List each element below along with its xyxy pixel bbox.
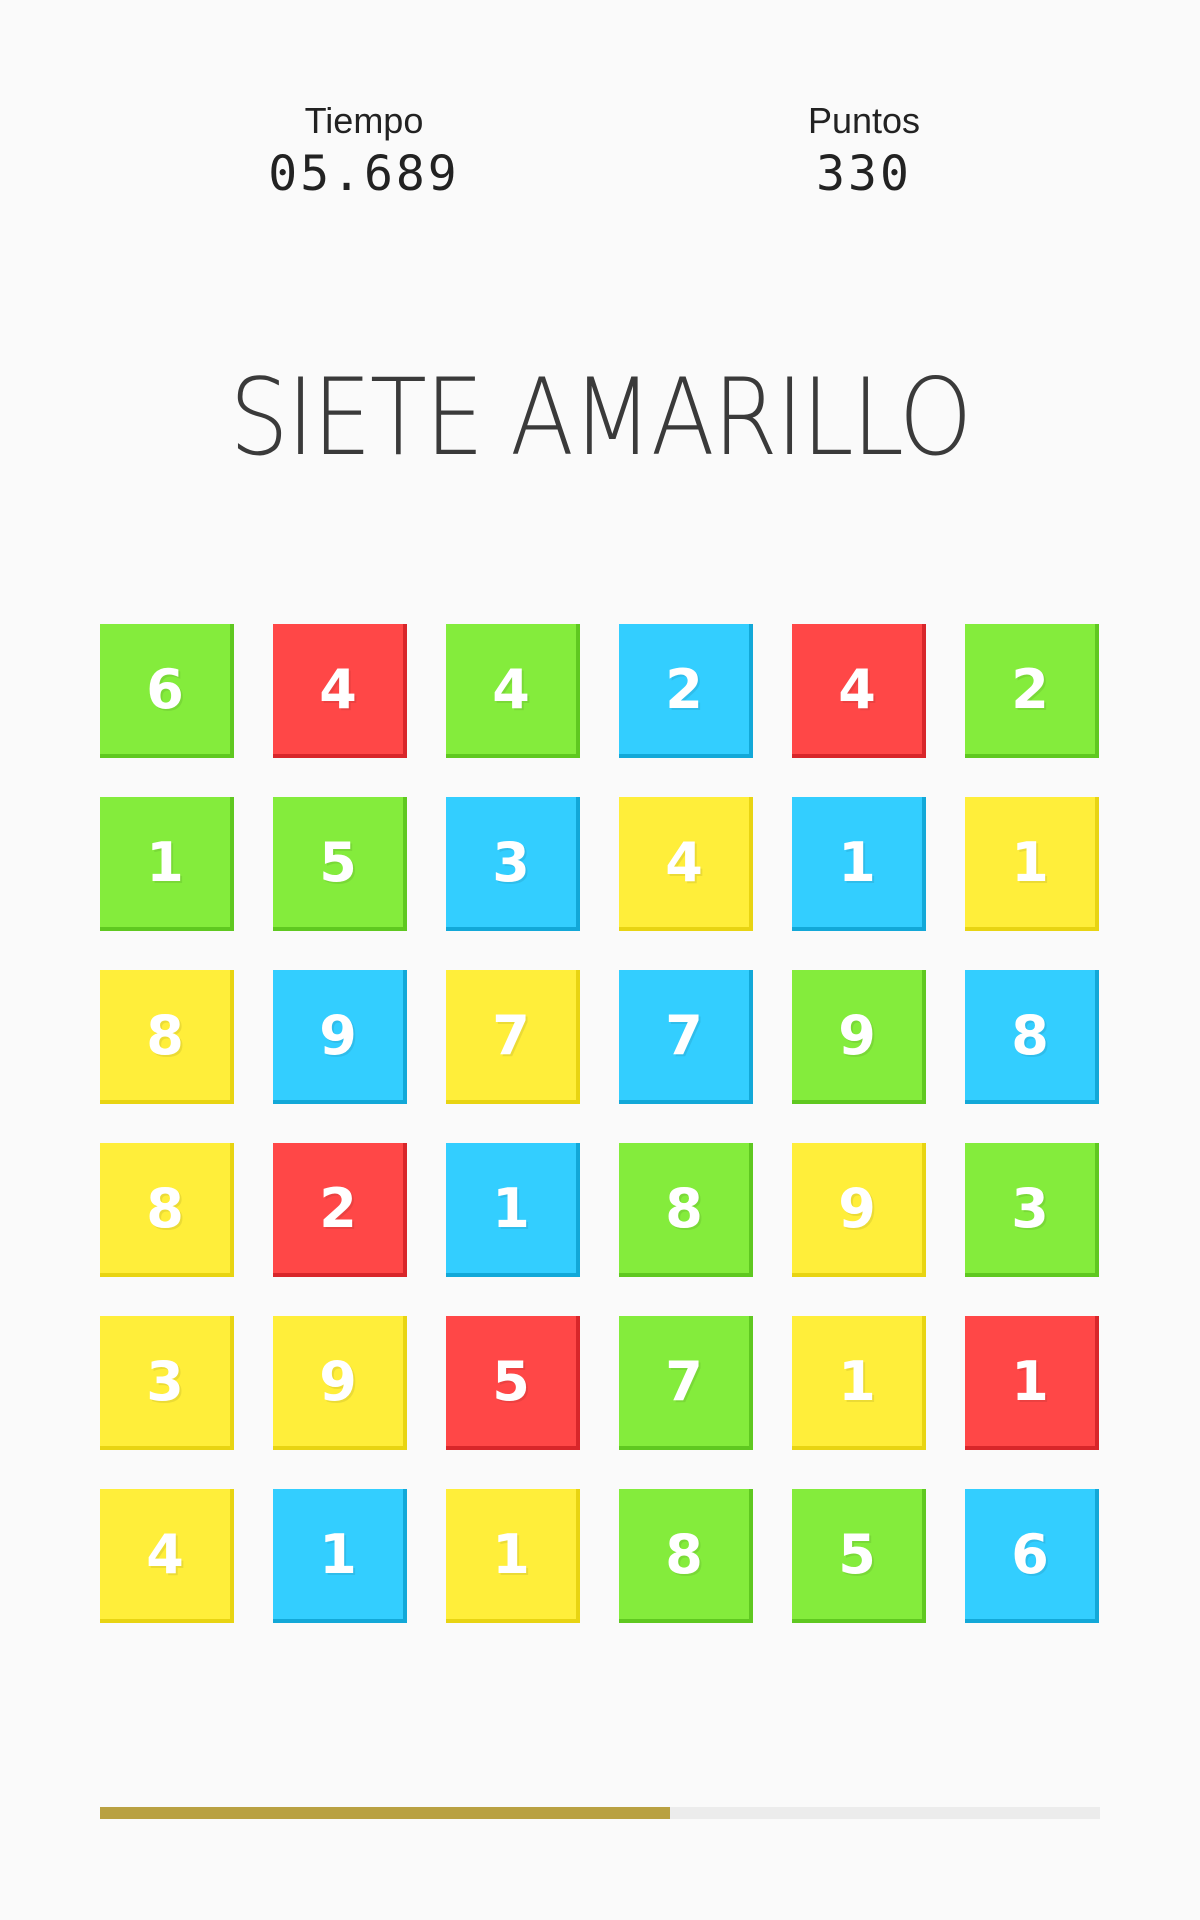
tile-r1-c1[interactable]: 6	[100, 624, 234, 758]
tile-r3-c6[interactable]: 8	[965, 970, 1099, 1104]
tile-r4-c1[interactable]: 8	[100, 1143, 234, 1277]
target-instruction: SIETE AMARILLO	[229, 356, 972, 479]
tile-r4-c4[interactable]: 8	[619, 1143, 753, 1277]
tile-r2-c4[interactable]: 4	[619, 797, 753, 931]
tile-r6-c1[interactable]: 4	[100, 1489, 234, 1623]
tile-r2-c3[interactable]: 3	[446, 797, 580, 931]
tile-r5-c5[interactable]: 1	[792, 1316, 926, 1450]
tile-r5-c4[interactable]: 7	[619, 1316, 753, 1450]
tile-r6-c2[interactable]: 1	[273, 1489, 407, 1623]
progress-fill	[100, 1807, 670, 1819]
points-stat: Puntos 330	[714, 96, 1014, 202]
tile-r2-c2[interactable]: 5	[273, 797, 407, 931]
tile-r1-c2[interactable]: 4	[273, 624, 407, 758]
tile-r3-c2[interactable]: 9	[273, 970, 407, 1104]
tile-r4-c5[interactable]: 9	[792, 1143, 926, 1277]
tile-grid: 644242153411897798821893395711411856	[100, 624, 1100, 1624]
progress-track	[100, 1807, 1100, 1819]
tile-r6-c5[interactable]: 5	[792, 1489, 926, 1623]
tile-r6-c3[interactable]: 1	[446, 1489, 580, 1623]
points-value: 330	[816, 146, 912, 202]
time-label: Tiempo	[304, 100, 424, 141]
tile-r5-c2[interactable]: 9	[273, 1316, 407, 1450]
tile-r2-c6[interactable]: 1	[965, 797, 1099, 931]
time-value: 05.689	[268, 146, 460, 202]
tile-r4-c6[interactable]: 3	[965, 1143, 1099, 1277]
tile-r5-c3[interactable]: 5	[446, 1316, 580, 1450]
tile-r4-c3[interactable]: 1	[446, 1143, 580, 1277]
tile-r3-c1[interactable]: 8	[100, 970, 234, 1104]
tile-r1-c3[interactable]: 4	[446, 624, 580, 758]
tile-r2-c5[interactable]: 1	[792, 797, 926, 931]
tile-r2-c1[interactable]: 1	[100, 797, 234, 931]
tile-r5-c6[interactable]: 1	[965, 1316, 1099, 1450]
tile-r4-c2[interactable]: 2	[273, 1143, 407, 1277]
tile-r1-c5[interactable]: 4	[792, 624, 926, 758]
tile-r5-c1[interactable]: 3	[100, 1316, 234, 1450]
tile-r6-c6[interactable]: 6	[965, 1489, 1099, 1623]
points-label: Puntos	[807, 100, 921, 141]
tile-r3-c5[interactable]: 9	[792, 970, 926, 1104]
tile-r1-c4[interactable]: 2	[619, 624, 753, 758]
tile-r1-c6[interactable]: 2	[965, 624, 1099, 758]
tile-r3-c4[interactable]: 7	[619, 970, 753, 1104]
time-stat: Tiempo 05.689	[214, 96, 514, 202]
tile-r3-c3[interactable]: 7	[446, 970, 580, 1104]
tile-r6-c4[interactable]: 8	[619, 1489, 753, 1623]
